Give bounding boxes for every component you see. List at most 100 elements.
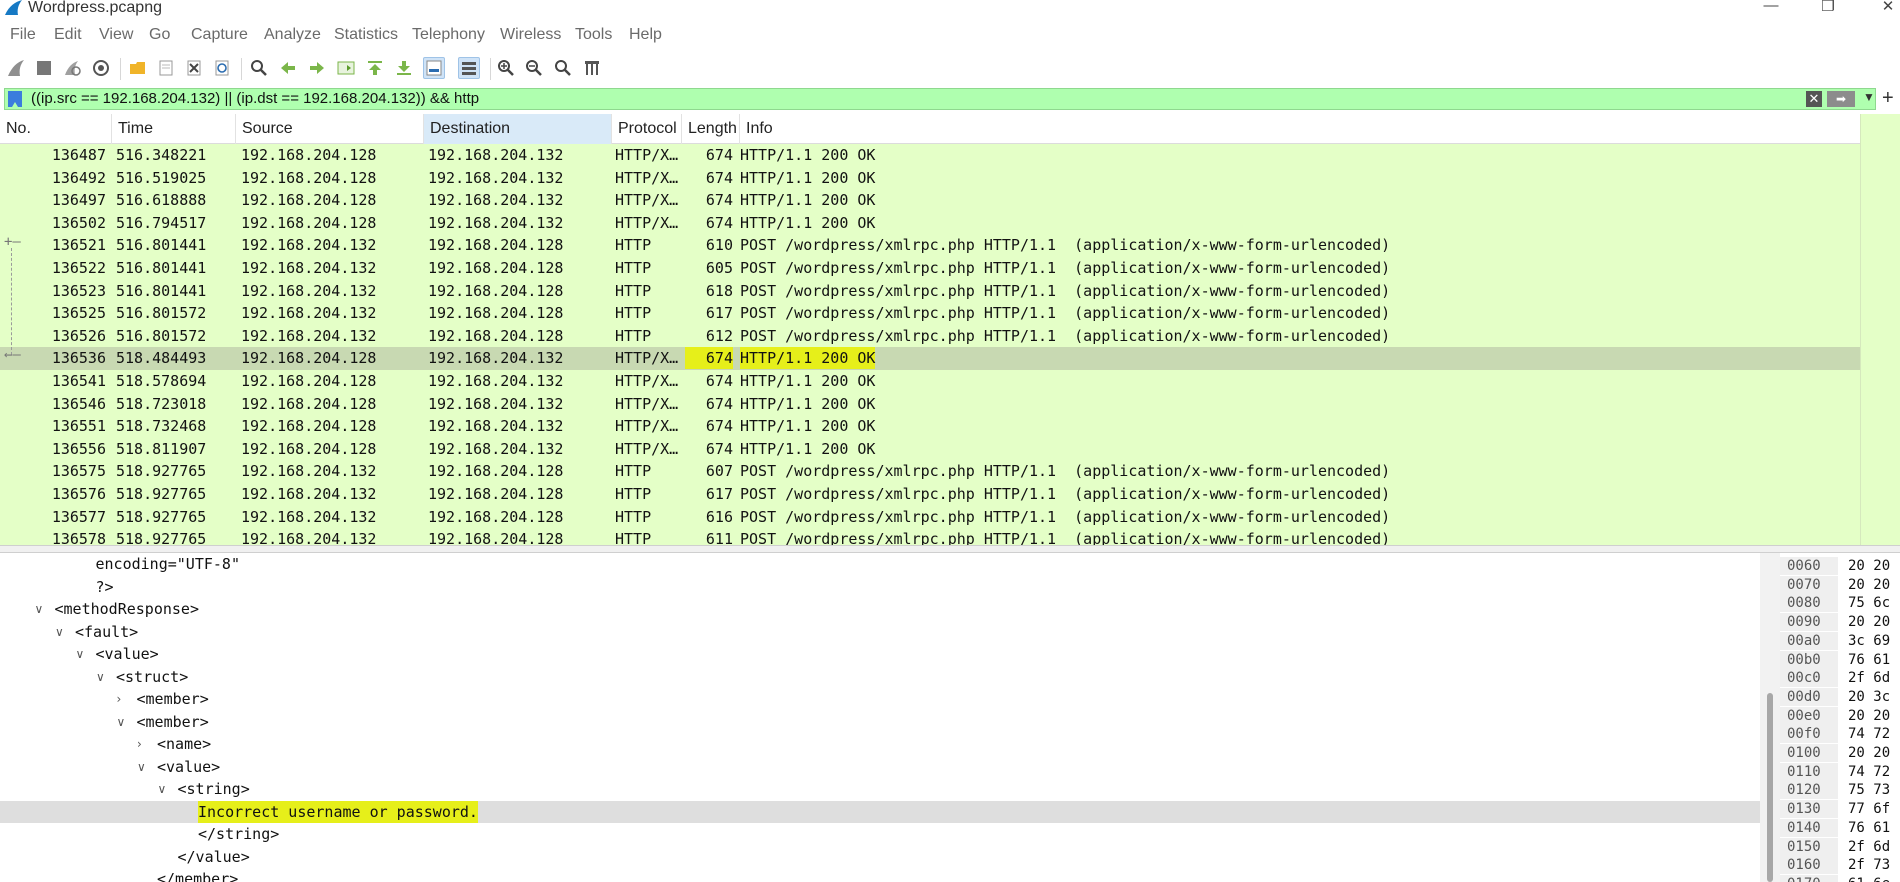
chevron-down-icon[interactable]: ∨ [117,711,131,733]
tree-node[interactable]: </member> [0,868,1760,882]
packet-row[interactable]: 136578 518.927765 192.168.204.132 192.168.2… [0,528,1860,545]
tree-node[interactable]: ∨ <value> [0,756,1760,779]
byte-row[interactable]: 0110 74 72 [1780,762,1900,782]
byte-row[interactable]: 0090 20 20 [1780,613,1900,632]
chevron-right-icon[interactable]: › [117,688,131,710]
byte-row[interactable]: 0170 61 6e [1780,874,1900,882]
menu-wireless[interactable]: Wireless [500,26,561,44]
byte-row[interactable]: 0070 20 20 [1780,575,1900,595]
byte-row[interactable]: 00a0 3c 69 [1780,631,1900,651]
chevron-down-icon[interactable]: ▼ [1863,90,1875,104]
pane-splitter[interactable] [0,545,1900,553]
byte-row[interactable]: 0080 75 6c [1780,594,1900,613]
packet-row[interactable]: 136521 516.801441 192.168.204.132 192.168.2… [0,234,1860,257]
packet-row[interactable]: 136523 516.801441 192.168.204.132 192.168.2… [0,280,1860,303]
byte-row[interactable]: 0120 75 73 [1780,781,1900,800]
packet-row[interactable]: 136487 516.348221 192.168.204.128 192.168.2… [0,144,1860,167]
chevron-down-icon[interactable]: ∨ [55,621,69,643]
display-filter-input[interactable]: ((ip.src == 192.168.204.132) || (ip.dst … [4,88,1876,110]
column-info[interactable]: Info [740,114,1860,144]
minimize-button[interactable]: — [1751,0,1791,17]
packet-row[interactable]: 136551 518.732468 192.168.204.128 192.168.2… [0,415,1860,438]
packet-row[interactable]: 136525 516.801572 192.168.204.132 192.168.2… [0,302,1860,325]
packet-row[interactable]: 136546 518.723018 192.168.204.128 192.168.2… [0,393,1860,416]
clear-filter-icon[interactable]: ✕ [1806,91,1822,107]
column-time[interactable]: Time [112,114,236,144]
packet-row[interactable]: 136526 516.801572 192.168.204.132 192.168.2… [0,325,1860,348]
chevron-down-icon[interactable]: ∨ [96,666,110,688]
column-source[interactable]: Source [236,114,424,144]
chevron-down-icon[interactable]: ∨ [35,598,49,620]
menu-go[interactable]: Go [149,26,170,44]
tree-node[interactable]: ∨ <struct> [0,666,1760,689]
chevron-right-icon[interactable]: › [137,733,151,755]
save-file-icon[interactable] [155,57,177,79]
menu-help[interactable]: Help [629,26,662,44]
tree-node[interactable]: encoding="UTF-8" [0,553,1760,576]
packet-row[interactable]: 136492 516.519025 192.168.204.128 192.168.2… [0,167,1860,190]
byte-row[interactable]: 00f0 74 72 [1780,725,1900,744]
colorize-icon[interactable] [458,57,480,79]
tree-node[interactable]: ∨ <value> [0,643,1760,666]
menu-analyze[interactable]: Analyze [264,26,321,44]
maximize-button[interactable]: ❐ [1808,0,1848,17]
tree-node[interactable]: </value> [0,846,1760,869]
packet-row[interactable]: 136541 518.578694 192.168.204.128 192.168.2… [0,370,1860,393]
byte-row[interactable]: 0140 76 61 [1780,818,1900,838]
tree-node[interactable]: ∨ <fault> [0,621,1760,644]
tree-node[interactable]: › <name> [0,733,1760,756]
byte-row[interactable]: 00d0 20 3c [1780,687,1900,707]
packet-row[interactable]: 136497 516.618888 192.168.204.128 192.168.2… [0,189,1860,212]
byte-row[interactable]: 0060 20 20 [1780,557,1900,576]
go-forward-icon[interactable] [306,57,328,79]
packet-row[interactable]: 136502 516.794517 192.168.204.128 192.168.2… [0,212,1860,235]
close-window-button[interactable]: ✕ [1868,0,1900,17]
packet-row[interactable]: 136575 518.927765 192.168.204.132 192.168.2… [0,460,1860,483]
chevron-down-icon[interactable]: ∨ [137,756,151,778]
packet-row[interactable]: 136522 516.801441 192.168.204.132 192.168.2… [0,257,1860,280]
details-scrollbar[interactable] [1760,553,1780,882]
menu-statistics[interactable]: Statistics [334,26,398,44]
add-filter-button-icon[interactable]: + [1882,87,1894,109]
menu-telephony[interactable]: Telephony [412,26,485,44]
restart-capture-icon[interactable] [61,57,83,79]
packet-row[interactable]: 136577 518.927765 192.168.204.132 192.168.2… [0,506,1860,529]
zoom-out-icon[interactable] [523,57,545,79]
packet-row[interactable]: 136536 518.484493 192.168.204.128 192.168.2… [0,347,1860,370]
go-back-icon[interactable] [277,57,299,79]
menu-view[interactable]: View [99,26,133,44]
chevron-down-icon[interactable]: ∨ [76,643,90,665]
packet-list-scrollbar[interactable] [1860,114,1900,545]
byte-row[interactable]: 00c0 2f 6d [1780,669,1900,688]
packet-row[interactable]: 136556 518.811907 192.168.204.128 192.168.2… [0,438,1860,461]
capture-options-icon[interactable] [90,57,112,79]
byte-row[interactable]: 0100 20 20 [1780,744,1900,763]
menu-tools[interactable]: Tools [575,26,612,44]
packet-row[interactable]: 136576 518.927765 192.168.204.132 192.168.2… [0,483,1860,506]
display-filter-text[interactable]: ((ip.src == 192.168.204.132) || (ip.dst … [31,90,479,107]
tree-node[interactable]: ∨ <methodResponse> [0,598,1760,621]
column-destination[interactable]: Destination [424,114,612,144]
go-to-packet-icon[interactable] [335,57,357,79]
reload-file-icon[interactable] [211,57,233,79]
zoom-in-icon[interactable] [495,57,517,79]
tree-node[interactable]: ∨ <member> [0,711,1760,734]
resize-columns-icon[interactable] [581,57,603,79]
bookmark-icon[interactable] [8,91,22,107]
stop-capture-icon[interactable] [33,57,55,79]
normal-size-icon[interactable] [552,57,574,79]
details-scrollbar-thumb[interactable] [1767,693,1773,882]
tree-node[interactable]: › <member> [0,688,1760,711]
byte-row[interactable]: 0130 77 6f [1780,800,1900,819]
column-length[interactable]: Length [682,114,740,144]
tree-node[interactable]: ?> [0,576,1760,599]
open-file-icon[interactable] [127,57,149,79]
shark-fin-start-icon[interactable] [5,57,27,79]
column-no[interactable]: No. [0,114,112,144]
find-packet-icon[interactable] [248,57,270,79]
byte-row[interactable]: 0150 2f 6d [1780,837,1900,857]
autoscroll-icon[interactable] [423,57,445,79]
byte-row[interactable]: 0160 2f 73 [1780,856,1900,875]
apply-filter-icon[interactable]: ➡ [1827,91,1855,107]
byte-row[interactable]: 00e0 20 20 [1780,706,1900,726]
